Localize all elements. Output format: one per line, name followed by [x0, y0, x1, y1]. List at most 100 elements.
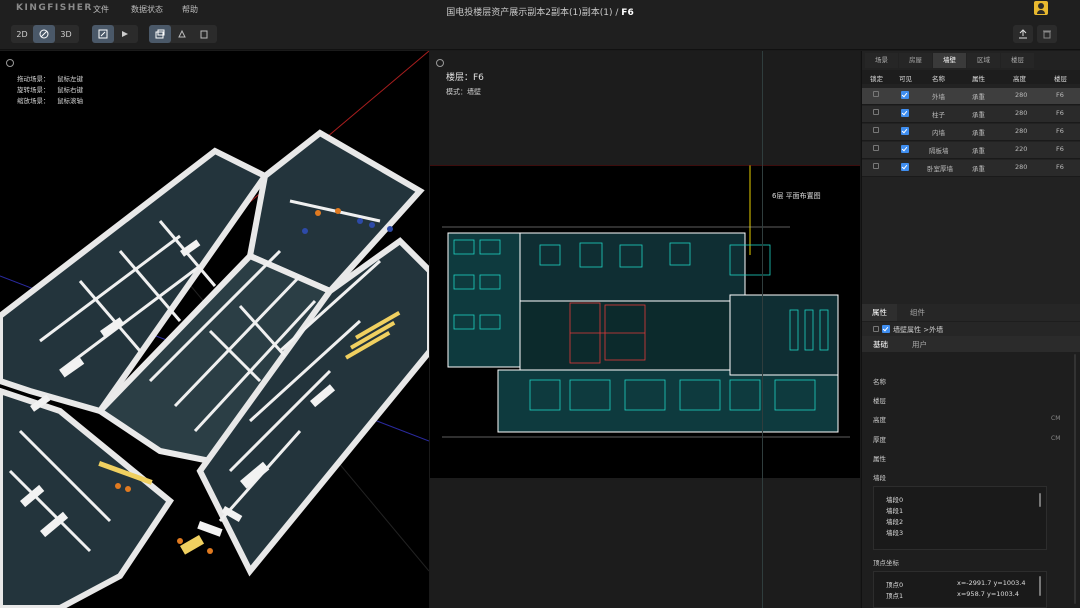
3d-floor-model[interactable]	[0, 51, 429, 608]
hint-rotate-value: 鼠标右键	[57, 86, 83, 94]
lock-icon[interactable]	[873, 109, 879, 115]
delete-button[interactable]	[1037, 25, 1057, 43]
mode-label: 模式：墙壁	[446, 88, 481, 96]
row-attr: 承重	[972, 93, 985, 101]
upload-button[interactable]	[1013, 25, 1033, 43]
field-thickness-label: 厚度	[873, 436, 886, 444]
tab-region[interactable]: 区域	[967, 53, 1000, 68]
row-name: 外墙	[932, 93, 945, 101]
3d-viewport[interactable]: 拖动场景： 鼠标左键 旋转场景： 鼠标右键 缩放场景： 鼠标滚轴	[0, 51, 429, 608]
segments-list[interactable]: 墙段0 墙段1 墙段2 墙段3	[873, 486, 1047, 550]
project-path[interactable]: 国电投楼层资产展示副本2副本(1)副本(1)	[446, 8, 612, 18]
col-floor: 楼层	[1054, 75, 1067, 83]
col-name: 名称	[932, 75, 945, 83]
user-avatar-icon[interactable]	[1034, 1, 1048, 15]
table-row[interactable]: 卧室厚墙 承重 280 F6	[862, 160, 1080, 177]
row-name: 柱子	[932, 111, 945, 119]
row-floor: F6	[1056, 163, 1064, 171]
visible-checkbox[interactable]	[901, 109, 909, 117]
field-name-label: 名称	[873, 378, 886, 386]
vertex-name: 顶点1	[886, 592, 904, 600]
view-mode-group: 2D 3D	[11, 25, 79, 43]
tab-room[interactable]: 房屋	[899, 53, 932, 68]
list-item[interactable]: 墙段1	[886, 505, 903, 515]
vertical-guide	[762, 51, 763, 608]
row-name: 隔板墙	[929, 147, 949, 155]
vertex-coords: x=958.7 y=1003.4	[957, 590, 1020, 598]
field-height-label: 高度	[873, 416, 886, 424]
hint-zoom-label: 缩放场景：	[17, 97, 50, 105]
visible-checkbox[interactable]	[882, 325, 890, 333]
list-item[interactable]: 墙段2	[886, 516, 903, 526]
lock-icon[interactable]	[873, 163, 879, 169]
col-lock: 锁定	[870, 75, 883, 83]
hint-rotate-label: 旋转场景：	[17, 86, 50, 94]
attribute-panel: 属性 组件 墙壁属性 >外墙 基础 用户 名称 楼层 高度 CM 厚度 CM 属…	[862, 304, 1080, 608]
edit-button[interactable]	[92, 25, 114, 43]
list-item[interactable]: 墙段0	[886, 494, 903, 504]
table-row[interactable]: 柱子 承重 280 F6	[862, 106, 1080, 123]
lock-icon[interactable]	[873, 91, 879, 97]
col-visible: 可见	[899, 75, 912, 83]
row-height: 280	[1015, 91, 1028, 99]
lock-icon[interactable]	[873, 326, 879, 332]
visible-checkbox[interactable]	[901, 163, 909, 171]
thickness-unit: CM	[1051, 435, 1061, 442]
tab-properties[interactable]: 属性	[862, 304, 897, 321]
vertices-scrollbar[interactable]	[1039, 576, 1041, 596]
tab-user[interactable]: 用户	[912, 339, 927, 350]
lock-icon[interactable]	[873, 127, 879, 133]
height-unit: CM	[1051, 415, 1061, 422]
table-row[interactable]: 隔板墙 承重 220 F6	[862, 142, 1080, 159]
layers-icon	[155, 29, 165, 39]
vertex-coords: x=-2991.7 y=1003.4	[957, 579, 1026, 587]
tab-scene[interactable]: 场景	[865, 53, 898, 68]
layers-button[interactable]	[149, 25, 171, 43]
floor-plan-canvas[interactable]: 6层 平面布置图	[430, 164, 860, 478]
building-model[interactable]	[0, 129, 429, 608]
segments-scrollbar[interactable]	[1039, 493, 1041, 507]
close-3d-icon[interactable]	[6, 59, 14, 67]
tab-wall[interactable]: 墙壁	[933, 53, 966, 68]
row-name: 卧室厚墙	[927, 165, 953, 173]
tab-components[interactable]: 组件	[900, 304, 935, 321]
layer-group	[149, 25, 217, 43]
app-window: KINGFISHER 文件 数据状态 帮助 国电投楼层资产展示副本2副本(1)副…	[0, 0, 1080, 608]
row-height: 280	[1015, 163, 1028, 171]
orbit-mode-button[interactable]	[33, 25, 55, 43]
floor-plan-drawing[interactable]: 6层 平面布置图	[430, 164, 860, 478]
visible-checkbox[interactable]	[901, 145, 909, 153]
hint-zoom-value: 鼠标滚轴	[57, 97, 83, 105]
table-row[interactable]: 外墙 承重 280 F6	[862, 88, 1080, 105]
visible-checkbox[interactable]	[901, 127, 909, 135]
sub-tabs: 基础 用户	[862, 336, 1080, 352]
row-height: 280	[1015, 109, 1028, 117]
tab-floor[interactable]: 楼层	[1001, 53, 1034, 68]
current-floor: F6	[621, 8, 634, 18]
paste-icon	[200, 30, 208, 39]
visible-checkbox[interactable]	[901, 91, 909, 99]
row-attr: 承重	[972, 165, 985, 173]
copy-button[interactable]	[171, 25, 193, 43]
upload-icon	[1019, 29, 1027, 39]
vertices-list[interactable]: 顶点0 x=-2991.7 y=1003.4 顶点1 x=958.7 y=100…	[873, 571, 1047, 608]
view-3d-button[interactable]: 3D	[55, 25, 77, 43]
play-icon	[122, 31, 128, 37]
wall-table-header: 锁定 可见 名称 属性 高度 楼层	[862, 70, 1080, 84]
row-attr: 承重	[972, 147, 985, 155]
table-row[interactable]: 内墙 承重 280 F6	[862, 124, 1080, 141]
view-2d-button[interactable]: 2D	[11, 25, 33, 43]
row-height: 220	[1015, 145, 1028, 153]
hint-drag-label: 拖动场景：	[17, 75, 50, 83]
lock-icon[interactable]	[873, 145, 879, 151]
2d-viewport[interactable]: 楼层：F6 模式：墙壁 6层 平面布置图	[430, 51, 860, 608]
list-item[interactable]: 墙段3	[886, 527, 903, 537]
tab-basic[interactable]: 基础	[873, 339, 888, 350]
play-button[interactable]	[114, 25, 136, 43]
close-2d-icon[interactable]	[436, 59, 444, 67]
title-separator: /	[615, 8, 619, 18]
paste-button[interactable]	[193, 25, 215, 43]
top-bar: KINGFISHER 文件 数据状态 帮助 国电投楼层资产展示副本2副本(1)副…	[0, 0, 1080, 20]
row-attr: 承重	[972, 111, 985, 119]
panel-scrollbar[interactable]	[1074, 354, 1076, 604]
